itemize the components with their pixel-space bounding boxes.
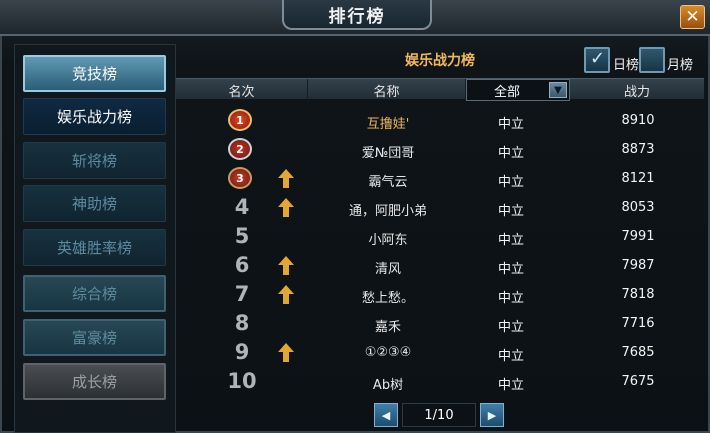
player-faction: 中立 <box>497 349 524 364</box>
player-name: 愁上愁。 <box>361 291 414 306</box>
table-row[interactable]: 6 清风 中立 7987 <box>176 251 704 280</box>
player-name: 小阿东 <box>368 233 408 248</box>
sidebar-item-arena[interactable]: 竞技榜 <box>23 55 166 92</box>
table-row[interactable]: 9 ①②③④ 中立 7685 <box>176 338 704 367</box>
rank-number: 5 <box>234 224 250 248</box>
rank-number: 10 <box>227 369 257 393</box>
player-name: 通，阿肥小弟 <box>348 204 427 219</box>
monthly-label: 月榜 <box>667 58 694 73</box>
col-name: 名称 <box>308 79 466 101</box>
sidebar-item-growth[interactable]: 成长榜 <box>23 363 166 400</box>
player-power: 7818 <box>621 287 655 302</box>
player-faction: 中立 <box>497 204 524 219</box>
player-faction: 中立 <box>497 378 524 393</box>
daily-checkbox[interactable]: ✓ <box>584 47 610 73</box>
pagination: ◀ 1/10 ▶ <box>374 403 504 429</box>
checkmark-icon: ✓ <box>590 48 606 69</box>
player-power: 7675 <box>621 374 655 389</box>
player-name: ①②③④ <box>364 345 412 360</box>
rank-up-arrow-icon <box>278 169 294 188</box>
table-row[interactable]: 2 爱№団哥 中立 8873 <box>176 135 704 164</box>
silver-medal-icon: 2 <box>228 138 252 160</box>
player-faction: 中立 <box>497 262 524 277</box>
player-power: 8121 <box>621 171 655 186</box>
player-faction: 中立 <box>497 233 524 248</box>
player-name: 嘉禾 <box>374 320 401 335</box>
table-row[interactable]: 1 互撸娃' 中立 8910 <box>176 106 704 135</box>
player-faction: 中立 <box>497 320 524 335</box>
player-name: 霸气云 <box>368 175 408 190</box>
player-power: 7987 <box>621 258 655 273</box>
chevron-down-icon[interactable]: ▼ <box>549 82 567 98</box>
close-button[interactable]: ✕ <box>680 5 705 29</box>
player-power: 7685 <box>621 345 655 360</box>
table-row[interactable]: 5 小阿东 中立 7991 <box>176 222 704 251</box>
player-faction: 中立 <box>497 117 524 132</box>
player-name: 爱№団哥 <box>361 146 415 161</box>
gold-medal-icon: 1 <box>228 109 252 131</box>
faction-filter-select[interactable]: 全部 ▼ <box>466 79 570 101</box>
daily-label: 日榜 <box>613 58 640 73</box>
monthly-checkbox[interactable] <box>639 47 665 73</box>
player-name: Ab树 <box>372 378 404 393</box>
sidebar-item-kills[interactable]: 斩将榜 <box>23 142 166 179</box>
bronze-medal-icon: 3 <box>228 167 252 189</box>
window-title: 排行榜 <box>282 0 432 30</box>
rank-number: 7 <box>234 282 250 306</box>
sidebar-item-overall[interactable]: 综合榜 <box>23 275 166 312</box>
player-faction: 中立 <box>497 291 524 306</box>
col-power: 战力 <box>623 84 650 100</box>
faction-filter-value: 全部 <box>493 84 520 100</box>
sidebar-item-fun-power[interactable]: 娱乐战力榜 <box>23 98 166 135</box>
player-power: 7716 <box>621 316 655 331</box>
player-power: 7991 <box>621 229 655 244</box>
col-rank: 名次 <box>176 79 308 101</box>
player-power: 8873 <box>621 142 655 157</box>
next-page-button[interactable]: ▶ <box>480 403 504 427</box>
rank-number: 6 <box>234 253 250 277</box>
player-power: 8910 <box>621 113 655 128</box>
rank-up-arrow-icon <box>278 256 294 275</box>
rank-up-arrow-icon <box>278 343 294 362</box>
rank-number: 4 <box>234 195 250 219</box>
rank-number: 8 <box>234 311 250 335</box>
table-row[interactable]: 8 嘉禾 中立 7716 <box>176 309 704 338</box>
table-header: 名次 名称 全部 ▼ 战力 <box>176 78 704 101</box>
sidebar-item-wealth[interactable]: 富豪榜 <box>23 319 166 356</box>
table-row[interactable]: 4 通，阿肥小弟 中立 8053 <box>176 193 704 222</box>
ranking-panel: 娱乐战力榜 ✓ 日榜 月榜 名次 名称 全部 ▼ 战力 1 互撸娃' 中立 89… <box>176 44 704 433</box>
table-row[interactable]: 7 愁上愁。 中立 7818 <box>176 280 704 309</box>
sidebar-item-hero-winrate[interactable]: 英雄胜率榜 <box>23 229 166 266</box>
player-faction: 中立 <box>497 175 524 190</box>
ranking-category-sidebar: 竞技榜 娱乐战力榜 斩将榜 神助榜 英雄胜率榜 综合榜 富豪榜 成长榜 <box>14 44 176 433</box>
rank-up-arrow-icon <box>278 285 294 304</box>
table-row[interactable]: 10 Ab树 中立 7675 <box>176 367 704 396</box>
table-row[interactable]: 3 霸气云 中立 8121 <box>176 164 704 193</box>
player-power: 8053 <box>621 200 655 215</box>
page-indicator: 1/10 <box>402 403 476 427</box>
player-name: 互撸娃' <box>366 117 410 132</box>
rank-up-arrow-icon <box>278 198 294 217</box>
rank-number: 9 <box>234 340 250 364</box>
prev-page-button[interactable]: ◀ <box>374 403 398 427</box>
player-name: 清风 <box>374 262 401 277</box>
sidebar-item-assists[interactable]: 神助榜 <box>23 185 166 222</box>
player-faction: 中立 <box>497 146 524 161</box>
